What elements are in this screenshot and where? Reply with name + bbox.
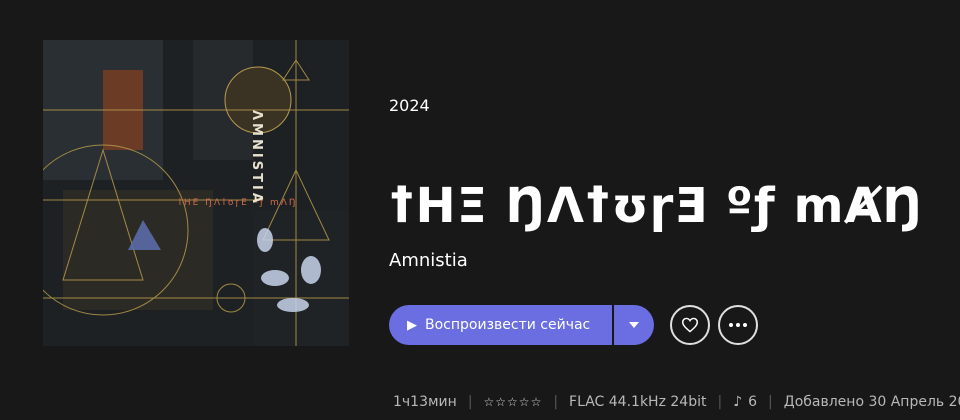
- rating-stars[interactable]: ☆☆☆☆☆: [484, 395, 543, 409]
- album-title: ꝉHΞ ŊɅꝉʊɼƎ ºƒ mȺŊ: [389, 178, 924, 234]
- duration: 1ч13мин: [393, 394, 457, 410]
- cover-artist-text: ɅMNISTIA: [249, 110, 264, 206]
- play-options-dropdown-button[interactable]: [614, 305, 655, 345]
- play-now-label: Воспроизвести сейчас: [425, 317, 591, 333]
- track-count: 6: [748, 394, 758, 410]
- more-dots-icon: [729, 323, 748, 327]
- cover-title-text: ꝉHE ŊɅꝉʊɼE ºƒ mɅŊ: [178, 198, 298, 208]
- play-icon: ▶: [407, 317, 417, 333]
- album-cover-art: ꝉHE ŊɅꝉʊɼE ºƒ mɅŊ ɅMNISTIA: [43, 40, 349, 346]
- album-actions: ▶ Воспроизвести сейчас: [389, 305, 759, 345]
- heart-icon: [682, 317, 699, 333]
- separator: |: [768, 394, 773, 410]
- album-metadata: 1ч13мин | ☆☆☆☆☆ | FLAC 44.1kHz 24bit | ♪…: [393, 394, 960, 410]
- separator: |: [553, 394, 559, 410]
- album-cover[interactable]: ꝉHE ŊɅꝉʊɼE ºƒ mɅŊ ɅMNISTIA: [43, 40, 349, 346]
- date-added: Добавлено 30 Апрель 2024: [783, 394, 960, 410]
- more-options-button[interactable]: [718, 305, 759, 345]
- separator: |: [717, 394, 723, 410]
- caret-down-icon: [629, 322, 640, 328]
- play-now-button[interactable]: ▶ Воспроизвести сейчас: [389, 305, 613, 345]
- favorite-button[interactable]: [670, 305, 711, 345]
- track-count-icon: ♪: [733, 394, 743, 410]
- album-year: 2024: [389, 96, 430, 115]
- audio-format: FLAC 44.1kHz 24bit: [569, 394, 707, 410]
- separator: |: [467, 394, 473, 410]
- artist-link[interactable]: Amnistia: [389, 250, 468, 271]
